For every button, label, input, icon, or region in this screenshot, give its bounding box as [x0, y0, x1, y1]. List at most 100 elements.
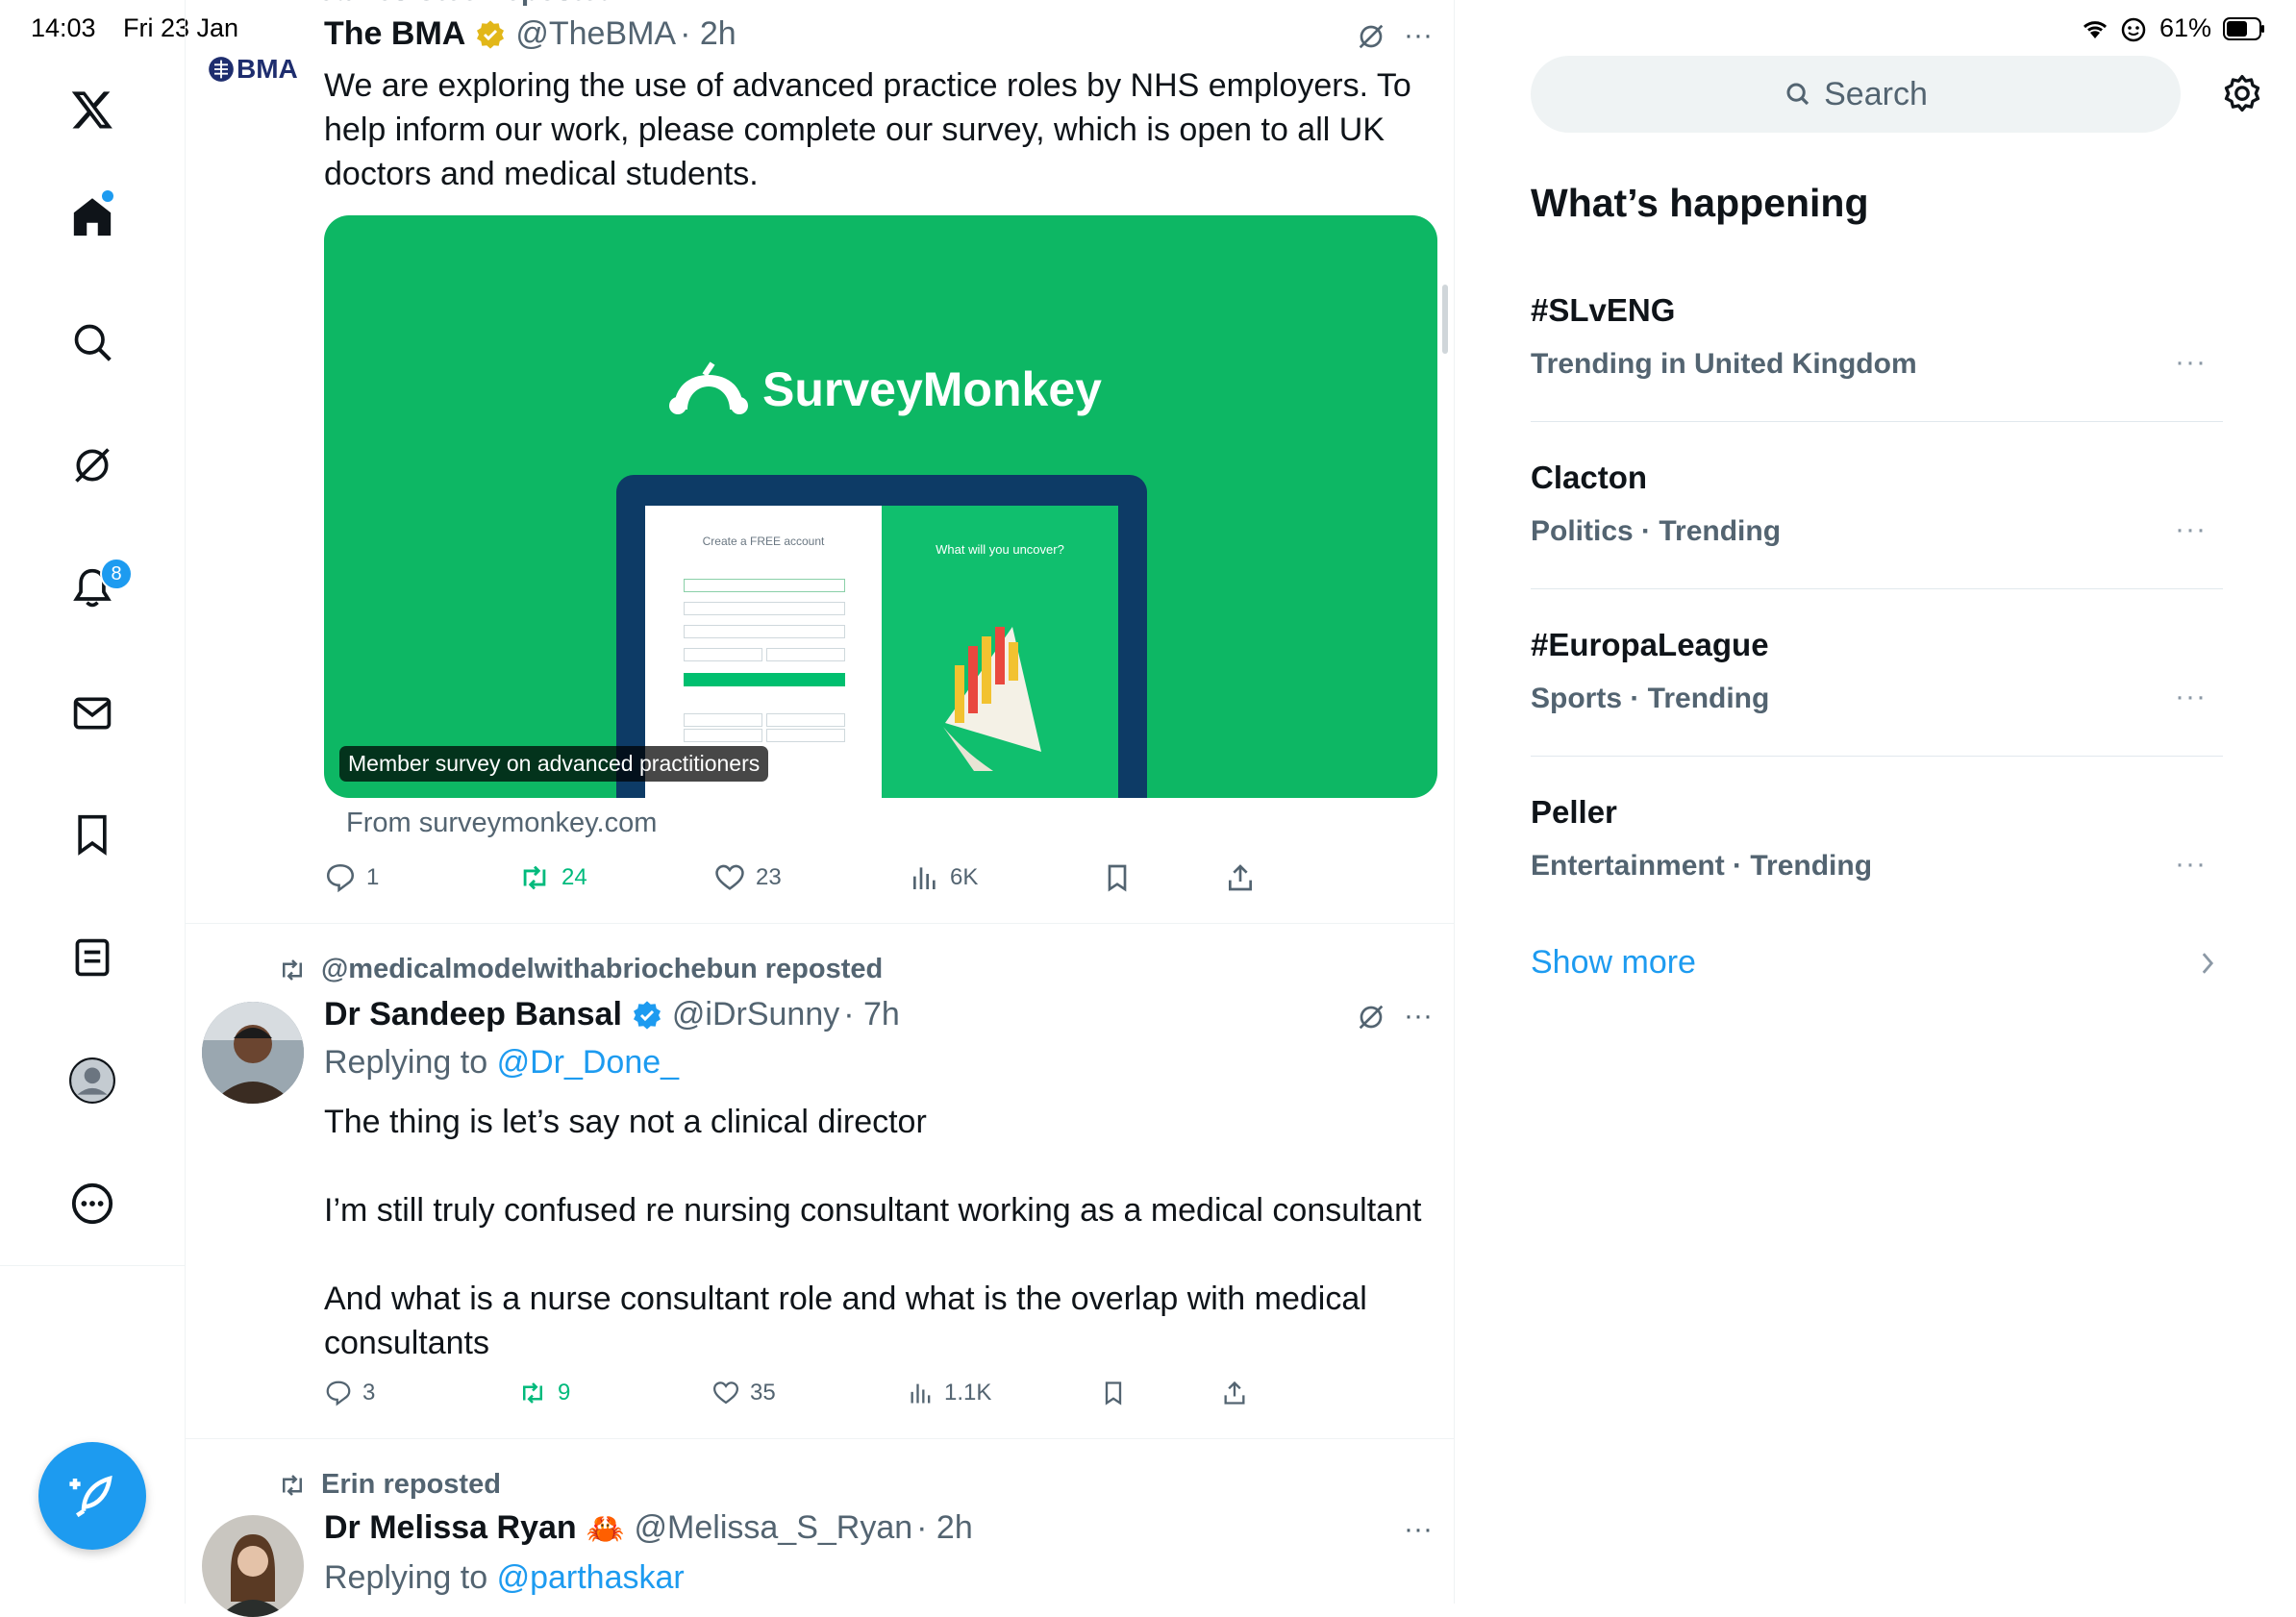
tweet2-paragraph: I’m still truly confused re nursing cons…: [324, 1192, 1422, 1229]
repost-icon: [283, 958, 302, 981]
tweet1-repost-button[interactable]: 24: [517, 861, 587, 894]
search-input[interactable]: Search: [1531, 56, 2181, 133]
chevron-right-icon[interactable]: [2198, 950, 2217, 982]
trend-title[interactable]: Peller: [1531, 794, 1617, 831]
x-logo-icon[interactable]: [67, 85, 117, 135]
search-placeholder: Search: [1824, 75, 1928, 112]
tweet2-handle[interactable]: @iDrSunny: [672, 996, 839, 1033]
tweet1-text-line: help inform our work, please complete ou…: [324, 112, 1385, 148]
repost-icon: [523, 865, 546, 890]
trend-more-icon[interactable]: ···: [2175, 346, 2207, 379]
trend-more-icon[interactable]: ···: [2175, 681, 2207, 713]
feed-scrollbar[interactable]: [1442, 285, 1448, 354]
tweet1-reply-count: 1: [366, 864, 380, 890]
tweet2-paragraph: And what is a nurse consultant role and …: [324, 1281, 1367, 1317]
tweet2-like-button[interactable]: 35: [711, 1379, 776, 1407]
search-icon[interactable]: [67, 317, 117, 367]
whats-happening-title: What’s happening: [1531, 181, 1869, 225]
wifi-icon: [2081, 17, 2109, 45]
tweet1-like-count: 23: [756, 864, 782, 890]
form-social-row: [766, 729, 845, 742]
form-submit-bar: [684, 673, 845, 686]
trend-more-icon[interactable]: ···: [2175, 848, 2207, 881]
trend-title[interactable]: #EuropaLeague: [1531, 627, 1769, 663]
views-chart-icon: [911, 1383, 931, 1404]
heart-icon: [715, 864, 744, 890]
trend-subtitle: Sports · Trending: [1531, 683, 1770, 714]
tweet1-repost-count: 24: [562, 864, 587, 890]
trend-title[interactable]: #SLvENG: [1531, 292, 1675, 329]
status-time: 14:03: [31, 13, 96, 42]
tweet1-grok-icon[interactable]: [1356, 21, 1386, 57]
bookmark-icon: [1108, 864, 1127, 892]
tweet2-share-button[interactable]: [1221, 1379, 1248, 1407]
tweet3-replying-to[interactable]: @parthaskar: [497, 1559, 685, 1596]
tweet1-share-button[interactable]: [1225, 861, 1256, 894]
profile-avatar-icon[interactable]: [67, 1056, 117, 1106]
tweet2-view-count: 1.1K: [944, 1380, 992, 1406]
tweet2-paragraph: consultants: [324, 1325, 489, 1361]
form-field: [684, 625, 845, 638]
repost-icon: [283, 1474, 302, 1496]
card-source[interactable]: From surveymonkey.com: [346, 808, 657, 839]
tweet2-bookmark-button[interactable]: [1100, 1379, 1127, 1407]
tweet1-header: The BMA @TheBMA · 2h: [324, 15, 736, 53]
trend-title[interactable]: Clacton: [1531, 460, 1647, 496]
form-field: [684, 648, 762, 661]
tweet2-repost-button[interactable]: 9: [517, 1379, 570, 1407]
tweet1-like-button[interactable]: 23: [713, 861, 782, 894]
form-social-row: [684, 729, 762, 742]
tweet2-grok-icon[interactable]: [1356, 1002, 1386, 1037]
tweet2-author-name[interactable]: Dr Sandeep Bansal: [324, 996, 622, 1033]
tweet2-replying-to[interactable]: @Dr_Done_: [497, 1044, 680, 1081]
tweet1-link-card[interactable]: SurveyMonkey Create a FREE account What …: [324, 215, 1437, 798]
tweet1-bookmark-button[interactable]: [1102, 861, 1133, 894]
bookmarks-icon[interactable]: [67, 809, 117, 859]
tweet3-more-icon[interactable]: ···: [1404, 1513, 1433, 1546]
tweet3-author-avatar[interactable]: [202, 1515, 304, 1617]
tweet3-author-name[interactable]: Dr Melissa Ryan: [324, 1509, 577, 1547]
tweet3-time: · 2h: [916, 1509, 973, 1546]
tweet3-repost-by[interactable]: Erin reposted: [321, 1469, 501, 1501]
trend-subtitle: Politics · Trending: [1531, 515, 1782, 547]
tweet1-more-icon[interactable]: ···: [1404, 19, 1433, 52]
tweet1-handle[interactable]: @TheBMA: [515, 15, 676, 53]
trend-more-icon[interactable]: ···: [2175, 513, 2207, 546]
tweet2-replying: Replying to @Dr_Done_: [324, 1044, 679, 1082]
more-menu-icon[interactable]: [67, 1179, 117, 1229]
form-field: [766, 648, 845, 661]
tweet2-repost-count: 9: [558, 1380, 571, 1406]
tweet2-reply-button[interactable]: 3: [324, 1379, 375, 1407]
tweet2-author-avatar[interactable]: [202, 1002, 304, 1104]
tweet3-handle[interactable]: @Melissa_S_Ryan: [635, 1509, 913, 1547]
settings-gear-icon[interactable]: [2221, 73, 2263, 120]
gold-verified-icon: [477, 19, 505, 49]
feed-right-border: [1454, 0, 1455, 1604]
tweet1-author-name[interactable]: The BMA: [324, 15, 465, 53]
messages-icon[interactable]: [67, 688, 117, 738]
repost-icon: [523, 1382, 542, 1404]
form-social-row: [684, 713, 762, 727]
card-caption: Member survey on advanced practitioners: [339, 746, 769, 782]
tweet3-repost-indicator: Erin reposted: [277, 1469, 501, 1501]
bma-avatar[interactable]: BMA: [208, 54, 298, 85]
tweet3-replying: Replying to @parthaskar: [324, 1559, 685, 1597]
tweet3-header: Dr Melissa Ryan 🦀 @Melissa_S_Ryan · 2h: [324, 1509, 973, 1547]
share-icon: [1224, 1381, 1245, 1405]
chart-paper-illustration: [943, 627, 1041, 771]
laptop-screen-right: What will you uncover?: [882, 506, 1118, 798]
lists-icon[interactable]: [67, 933, 117, 983]
tweet2-more-icon[interactable]: ···: [1404, 1000, 1433, 1032]
tweet1-reply-button[interactable]: 1: [324, 861, 379, 894]
tweet1-views-button[interactable]: 6K: [910, 861, 978, 894]
form-field: [684, 602, 845, 615]
tweet2-repost-by[interactable]: @medicalmodelwithabriochebun reposted: [321, 954, 883, 985]
tweet3-replying-prefix: Replying to: [324, 1559, 488, 1596]
tweet1-text-line: doctors and medical students.: [324, 156, 759, 192]
compose-post-button[interactable]: [38, 1442, 146, 1550]
grok-icon[interactable]: [67, 440, 117, 490]
tweet2-text: The thing is let’s say not a clinical di…: [324, 1100, 1449, 1365]
tweet2-views-button[interactable]: 1.1K: [908, 1379, 991, 1407]
show-more-link[interactable]: Show more: [1531, 944, 1696, 982]
form-field: [684, 579, 845, 592]
